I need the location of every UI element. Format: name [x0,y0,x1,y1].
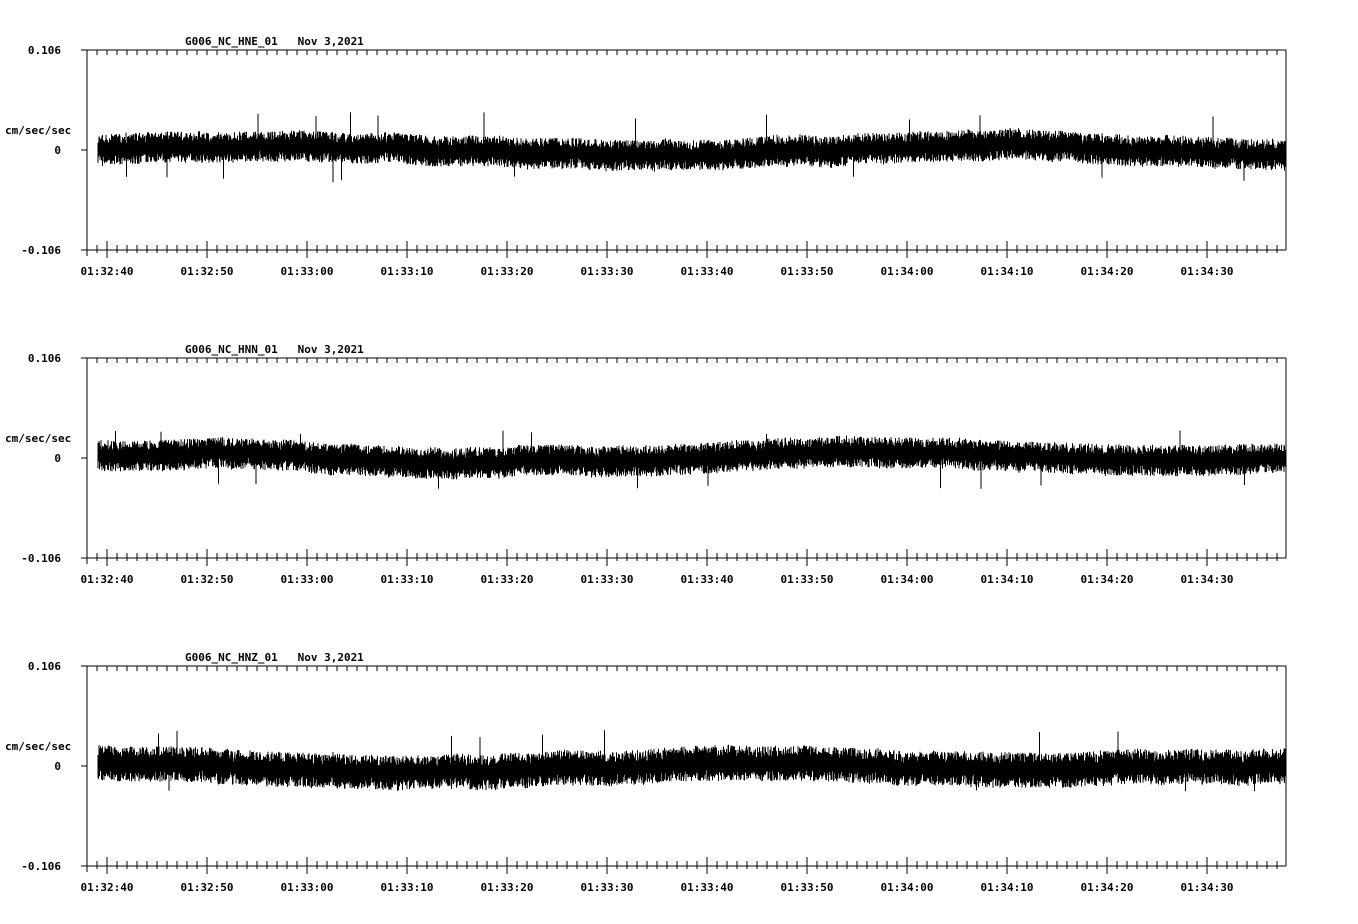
waveform-trace [97,112,1287,183]
y-tick-label: 0 [54,760,61,773]
x-tick-label: 01:34:00 [881,573,934,586]
x-tick-label: 01:33:10 [381,573,434,586]
x-tick-label: 01:34:00 [881,265,934,278]
x-tick-label: 01:34:30 [1181,573,1234,586]
y-axis-label: cm/sec/sec [5,124,71,137]
x-tick-label: 01:32:40 [81,265,134,278]
panel-title: G006_NC_HNE_01 Nov 3,2021 [185,35,364,48]
x-tick-label: 01:33:40 [681,265,734,278]
x-tick-label: 01:32:50 [181,881,234,894]
x-tick-label: 01:34:10 [981,573,1034,586]
x-tick-label: 01:33:40 [681,881,734,894]
y-axis-label: cm/sec/sec [5,740,71,753]
x-tick-label: 01:34:10 [981,881,1034,894]
x-tick-label: 01:33:50 [781,573,834,586]
x-tick-label: 01:33:20 [481,265,534,278]
y-tick-label: -0.106 [21,860,61,873]
x-tick-label: 01:33:50 [781,265,834,278]
waveform-trace [97,430,1287,489]
y-tick-label: -0.106 [21,244,61,257]
x-tick-label: 01:33:30 [581,265,634,278]
y-tick-label: -0.106 [21,552,61,565]
seismogram-panel-2: G006_NC_HNN_01 Nov 3,2021 0.106 0 -0.106 cm/… [5,343,1287,586]
x-tick-label: 01:34:20 [1081,881,1134,894]
y-tick-label: 0 [54,452,61,465]
y-tick-label: 0.106 [28,352,61,365]
x-tick-label: 01:34:00 [881,881,934,894]
x-tick-label: 01:34:20 [1081,573,1134,586]
x-tick-label: 01:32:50 [181,573,234,586]
y-tick-label: 0.106 [28,44,61,57]
seismogram-figure: G006_NC_HNE_01 Nov 3,2021 0.106 0 -0.106 cm/… [5,35,1287,894]
x-tick-label: 01:34:30 [1181,265,1234,278]
y-tick-label: 0.106 [28,660,61,673]
x-tick-label: 01:33:10 [381,881,434,894]
x-tick-label: 01:34:20 [1081,265,1134,278]
waveform-trace [97,730,1287,792]
x-tick-label: 01:34:10 [981,265,1034,278]
x-tick-label: 01:33:40 [681,573,734,586]
seismogram-panel-3: G006_NC_HNZ_01 Nov 3,2021 0.106 0 -0.106 cm/… [5,651,1287,894]
x-tick-label: 01:33:30 [581,573,634,586]
y-tick-label: 0 [54,144,61,157]
seismogram-panel-1: G006_NC_HNE_01 Nov 3,2021 0.106 0 -0.106 cm/… [5,35,1287,278]
x-tick-label: 01:33:20 [481,573,534,586]
x-tick-label: 01:33:00 [281,265,334,278]
x-tick-label: 01:33:50 [781,881,834,894]
x-tick-label: 01:33:20 [481,881,534,894]
x-tick-label: 01:33:00 [281,573,334,586]
panel-title: G006_NC_HNN_01 Nov 3,2021 [185,343,364,356]
x-tick-label: 01:32:40 [81,881,134,894]
y-axis-label: cm/sec/sec [5,432,71,445]
x-tick-label: 01:32:50 [181,265,234,278]
x-tick-label: 01:33:30 [581,881,634,894]
x-tick-label: 01:32:40 [81,573,134,586]
x-tick-label: 01:34:30 [1181,881,1234,894]
x-tick-label: 01:33:10 [381,265,434,278]
panel-title: G006_NC_HNZ_01 Nov 3,2021 [185,651,364,664]
x-tick-label: 01:33:00 [281,881,334,894]
